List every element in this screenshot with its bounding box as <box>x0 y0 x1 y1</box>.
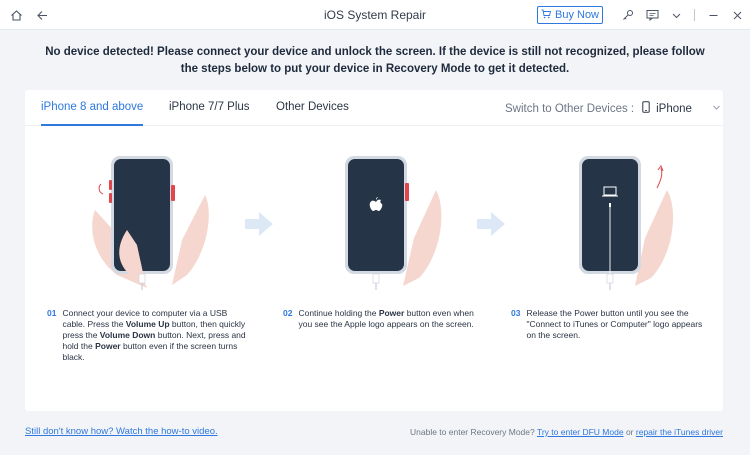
step-2-illustration <box>321 150 451 290</box>
phone-icon <box>642 101 650 116</box>
tab-iphone-8-and-above[interactable]: iPhone 8 and above <box>41 101 144 126</box>
step-arrow-icon <box>477 210 507 243</box>
tab-other-devices[interactable]: Other Devices <box>276 101 349 126</box>
title-bar-divider <box>694 9 695 21</box>
buy-now-label: Buy Now <box>554 9 600 21</box>
title-bar: iOS System Repair Buy Now <box>0 0 750 30</box>
minimize-icon[interactable] <box>705 7 721 23</box>
device-switcher[interactable]: Switch to Other Devices : iPhone <box>505 101 721 116</box>
or-text: or <box>625 427 634 437</box>
step-3-illustration <box>555 150 685 290</box>
device-tabs: iPhone 8 and above iPhone 7/7 Plus Other… <box>25 90 723 126</box>
cart-icon <box>541 9 552 22</box>
tab-iphone-7[interactable]: iPhone 7/7 Plus <box>169 101 250 126</box>
close-icon[interactable] <box>729 7 745 23</box>
menu-chevron-icon[interactable] <box>668 7 684 23</box>
switcher-label: Switch to Other Devices : <box>505 102 635 115</box>
repair-itunes-driver-link[interactable]: repair the iTunes driver <box>636 427 723 437</box>
step-text: Continue holding the Power button even w… <box>298 308 474 329</box>
switcher-value: iPhone <box>656 102 692 115</box>
step-number: 02 <box>283 308 293 318</box>
recovery-help-prefix: Unable to enter Recovery Mode? <box>410 427 535 437</box>
chevron-down-icon <box>712 103 721 115</box>
step-1-instructions: 01 Connect your device to computer via a… <box>47 308 247 363</box>
dfu-mode-link[interactable]: Try to enter DFU Mode <box>537 427 624 437</box>
step-number: 03 <box>511 308 521 318</box>
buy-now-button[interactable]: Buy Now <box>537 6 603 24</box>
feedback-icon[interactable] <box>644 7 660 23</box>
step-2-instructions: 02 Continue holding the Power button eve… <box>283 308 483 330</box>
step-text: Release the Power button until you see t… <box>526 308 703 340</box>
no-device-message: No device detected! Please connect your … <box>45 46 705 75</box>
how-to-video-link[interactable]: Still don't know how? Watch the how-to v… <box>25 426 218 437</box>
step-1-illustration <box>87 150 217 290</box>
recovery-guide-card: iPhone 8 and above iPhone 7/7 Plus Other… <box>25 90 723 411</box>
key-icon[interactable] <box>620 7 636 23</box>
step-arrow-icon <box>245 210 275 243</box>
step-3-instructions: 03 Release the Power button until you se… <box>511 308 711 341</box>
step-text: Connect your device to computer via a US… <box>62 308 246 362</box>
recovery-help-text: Unable to enter Recovery Mode? Try to en… <box>410 427 723 437</box>
step-number: 01 <box>47 308 57 318</box>
